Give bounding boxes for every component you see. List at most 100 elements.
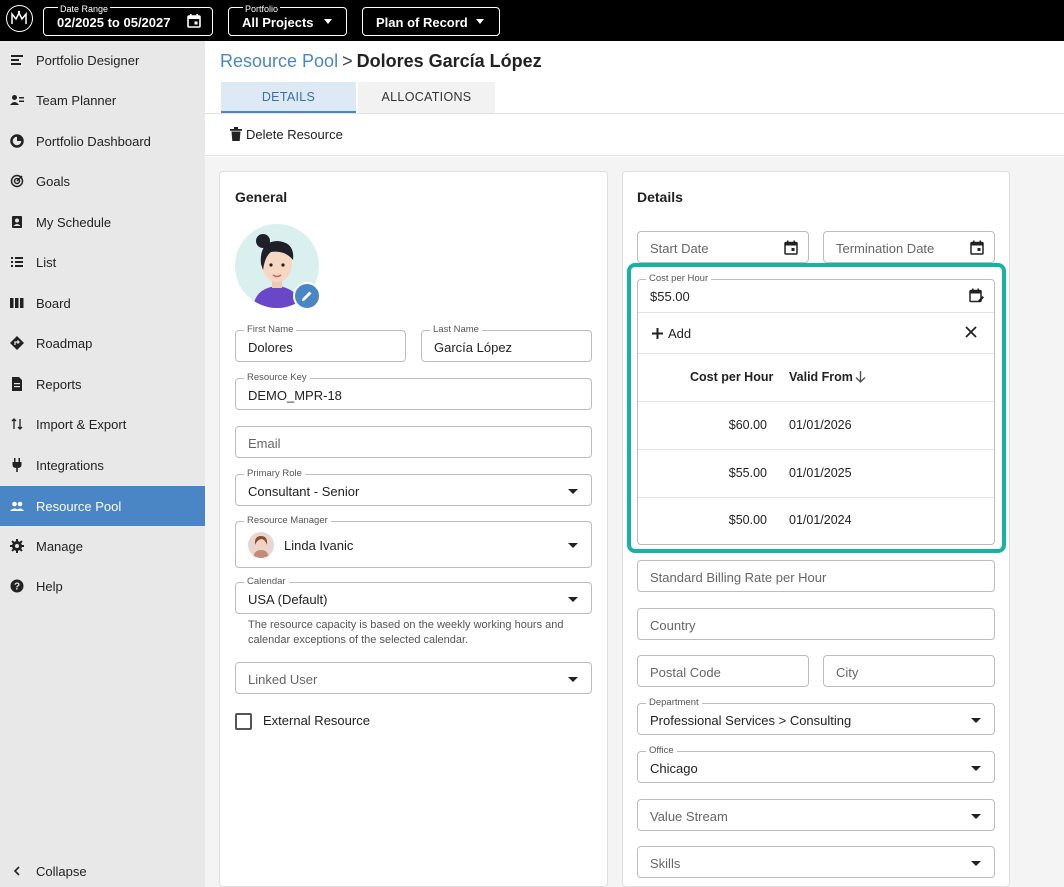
- calendar-icon[interactable]: [784, 240, 798, 258]
- sidebar-item-team-planner[interactable]: Team Planner: [0, 81, 205, 119]
- collapse-label: Collapse: [36, 864, 87, 879]
- value-stream-placeholder: Value Stream: [650, 809, 728, 824]
- resource-key-value: DEMO_MPR-18: [248, 388, 342, 403]
- breadcrumb-parent-link[interactable]: Resource Pool: [220, 51, 338, 71]
- last-name-label: Last Name: [430, 324, 482, 336]
- chevron-down-icon: [971, 766, 981, 771]
- list-icon: [10, 255, 24, 269]
- calendar-icon[interactable]: [970, 240, 984, 258]
- breadcrumb: Resource Pool > Dolores García López: [220, 50, 542, 72]
- import-export-icon: [10, 417, 24, 431]
- sidebar-item-list[interactable]: List: [0, 243, 205, 281]
- sidebar-item-roadmap[interactable]: Roadmap: [0, 324, 205, 362]
- sidebar-item-label: Resource Pool: [36, 499, 122, 514]
- portfolio-value: All Projects: [242, 15, 314, 30]
- plan-select[interactable]: Plan of Record: [362, 7, 500, 36]
- first-name-field[interactable]: First Name Dolores: [235, 324, 406, 362]
- date-range-label: Date Range: [58, 4, 111, 14]
- details-title: Details: [637, 189, 683, 205]
- date-range-value: 02/2025 to 05/2027: [57, 15, 171, 30]
- postal-code-field[interactable]: Postal Code: [637, 655, 809, 687]
- pencil-icon: [301, 290, 313, 305]
- sidebar-item-manage[interactable]: Manage: [0, 527, 205, 565]
- sidebar-item-label: Portfolio Dashboard: [36, 134, 151, 149]
- sidebar-item-my-schedule[interactable]: My Schedule: [0, 203, 205, 241]
- tab-details[interactable]: DETAILS: [221, 82, 356, 113]
- reports-icon: [10, 377, 24, 391]
- sidebar-item-help[interactable]: ? Help: [0, 567, 205, 605]
- billing-rate-placeholder: Standard Billing Rate per Hour: [650, 570, 827, 585]
- department-select[interactable]: Department Professional Services > Consu…: [637, 697, 995, 735]
- resource-manager-label: Resource Manager: [244, 515, 331, 527]
- sidebar-item-portfolio-dashboard[interactable]: Portfolio Dashboard: [0, 122, 205, 160]
- calendar-label: Calendar: [244, 576, 289, 588]
- sidebar-item-label: Integrations: [36, 458, 104, 473]
- office-select[interactable]: Office Chicago: [637, 745, 995, 783]
- sidebar-item-reports[interactable]: Reports: [0, 365, 205, 403]
- external-resource-checkbox[interactable]: [235, 713, 252, 730]
- primary-role-select[interactable]: Primary Role Consultant - Senior: [235, 468, 592, 506]
- sidebar-item-resource-pool[interactable]: Resource Pool: [0, 486, 205, 526]
- dashboard-icon: [10, 134, 24, 148]
- sidebar-item-label: Reports: [36, 377, 82, 392]
- calendar-help-text: The resource capacity is based on the we…: [248, 619, 564, 646]
- gear-icon: [10, 539, 24, 553]
- plug-icon: [10, 458, 24, 472]
- linked-user-placeholder: Linked User: [248, 672, 318, 687]
- primary-role-label: Primary Role: [244, 468, 305, 480]
- sidebar-item-label: Help: [36, 579, 63, 594]
- portfolio-select[interactable]: Portfolio All Projects: [228, 4, 347, 36]
- billing-rate-field[interactable]: Standard Billing Rate per Hour: [637, 560, 995, 592]
- department-label: Department: [646, 697, 702, 709]
- sidebar-item-label: Portfolio Designer: [36, 53, 140, 68]
- calendar-select[interactable]: Calendar USA (Default): [235, 576, 592, 614]
- sidebar-item-import-export[interactable]: Import & Export: [0, 405, 205, 443]
- general-title: General: [235, 189, 288, 205]
- page-title: Dolores García López: [356, 51, 542, 71]
- resource-key-field[interactable]: Resource Key DEMO_MPR-18: [235, 372, 592, 410]
- city-field[interactable]: City: [823, 655, 995, 687]
- board-icon: [10, 296, 24, 310]
- external-resource-label: External Resource: [263, 713, 370, 728]
- start-date-field[interactable]: Start Date: [637, 231, 809, 263]
- chevron-down-icon: [568, 677, 578, 682]
- city-placeholder: City: [836, 665, 859, 680]
- edit-avatar-button[interactable]: [293, 282, 321, 310]
- sidebar-item-label: Goals: [36, 174, 70, 189]
- sidebar-item-board[interactable]: Board: [0, 284, 205, 322]
- sidebar-item-label: Board: [36, 296, 71, 311]
- linked-user-select[interactable]: Linked User: [235, 662, 592, 694]
- people-icon: [10, 499, 24, 513]
- calendar-value: USA (Default): [248, 592, 328, 607]
- portfolio-label: Portfolio: [243, 4, 281, 14]
- termination-date-placeholder: Termination Date: [836, 241, 935, 256]
- sidebar-item-portfolio-designer[interactable]: Portfolio Designer: [0, 41, 205, 79]
- value-stream-select[interactable]: Value Stream: [637, 799, 995, 831]
- tab-allocations[interactable]: ALLOCATIONS: [358, 82, 495, 113]
- sidebar-item-integrations[interactable]: Integrations: [0, 446, 205, 484]
- skills-select[interactable]: Skills: [637, 846, 995, 878]
- trash-icon: [230, 127, 242, 144]
- chevron-down-icon: [971, 814, 981, 819]
- date-range-picker[interactable]: Date Range 02/2025 to 05/2027: [43, 4, 213, 36]
- sidebar-item-goals[interactable]: Goals: [0, 162, 205, 200]
- country-field[interactable]: Country: [637, 608, 995, 640]
- app-logo[interactable]: [6, 5, 33, 32]
- top-bar: Date Range 02/2025 to 05/2027 Portfolio …: [0, 0, 1064, 41]
- resource-key-label: Resource Key: [244, 372, 310, 384]
- sidebar-collapse[interactable]: Collapse: [0, 852, 205, 887]
- team-planner-icon: [10, 93, 24, 107]
- department-value: Professional Services > Consulting: [650, 713, 852, 728]
- sidebar-item-label: Manage: [36, 539, 83, 554]
- highlight-frame: [627, 263, 1006, 553]
- plan-value: Plan of Record: [376, 15, 468, 30]
- first-name-value: Dolores: [248, 340, 293, 355]
- svg-text:?: ?: [14, 582, 20, 593]
- chevron-down-icon: [568, 489, 578, 494]
- resource-manager-select[interactable]: Resource Manager Linda Ivanic: [235, 515, 592, 568]
- calendar-icon: [186, 13, 202, 32]
- office-value: Chicago: [650, 761, 698, 776]
- termination-date-field[interactable]: Termination Date: [823, 231, 995, 263]
- last-name-field[interactable]: Last Name García López: [421, 324, 592, 362]
- email-field[interactable]: Email: [235, 426, 592, 458]
